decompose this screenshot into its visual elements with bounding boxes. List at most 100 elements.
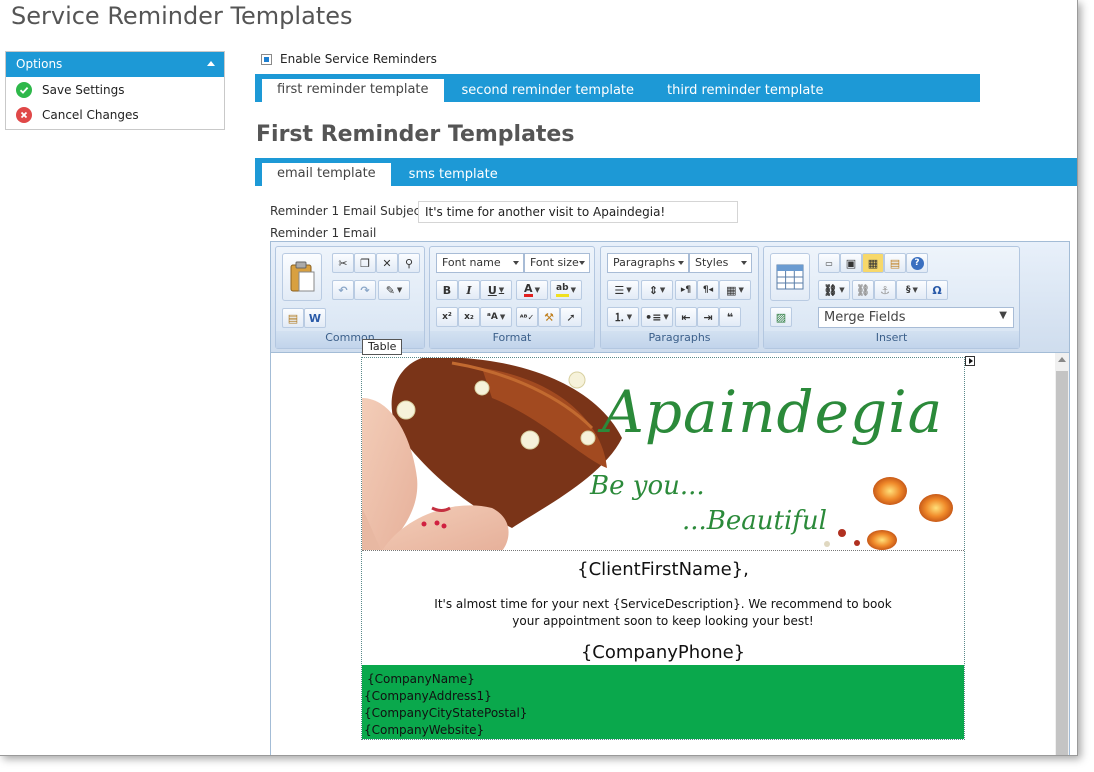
email-template-table[interactable]: Apaindegia Be you... ...Beautiful {Clien… — [361, 357, 965, 740]
save-settings-label: Save Settings — [42, 82, 125, 97]
styles-value: Styles — [695, 256, 729, 269]
font-name-select[interactable]: Font name — [436, 253, 524, 273]
redo-button[interactable]: ↷ — [354, 280, 376, 300]
styles-select[interactable]: Styles — [689, 253, 752, 273]
spellcheck-button[interactable]: ᴬᴮ✓ — [516, 307, 538, 327]
options-header-label: Options — [16, 57, 63, 71]
highlight-button[interactable]: ab ▼ — [550, 280, 582, 300]
options-header[interactable]: Options — [6, 52, 224, 77]
table-select-handle-icon[interactable] — [965, 356, 975, 366]
special-characters-button[interactable]: Ω — [926, 280, 948, 300]
enable-label: Enable Service Reminders — [280, 52, 437, 66]
italic-label: I — [466, 283, 472, 297]
merge-fields-arrow-icon: ▼ — [999, 310, 1007, 321]
numbered-list-button[interactable]: ⒈ ▼ — [607, 307, 639, 327]
superscript-button[interactable]: x² — [436, 307, 458, 327]
insert-image-button[interactable]: ▨ — [770, 307, 792, 327]
enable-checkbox[interactable] — [261, 53, 272, 65]
format-stripper-button[interactable]: ✎ ▼ — [378, 280, 410, 300]
indent-icon: ⇥ — [703, 310, 713, 324]
editor-content-area[interactable]: Apaindegia Be you... ...Beautiful {Clien… — [271, 353, 1055, 755]
paste-plain-button[interactable]: ▤ — [282, 308, 304, 328]
options-panel: Options Save Settings Cancel Changes — [5, 51, 225, 130]
find-button[interactable]: ⚲ — [398, 253, 420, 273]
undo-button[interactable]: ↶ — [332, 280, 354, 300]
ribbon-group-insert: ▭ ▣ ▦ ▤ ? ⛓ ▼ ⛓ ⚓ § ▼ Ω ▨ Merge Fields ▼ I… — [763, 246, 1020, 349]
cancel-changes-label: Cancel Changes — [42, 107, 139, 122]
font-color-icon: A — [524, 282, 533, 297]
email-banner-image: Apaindegia Be you... ...Beautiful — [362, 358, 964, 551]
outdent-icon: ⇤ — [681, 310, 691, 324]
scroll-thumb[interactable] — [1056, 371, 1068, 755]
merge-fields-select[interactable]: Merge Fields ▼ — [818, 307, 1014, 328]
select-button[interactable]: ➚ — [560, 307, 582, 327]
collapse-caret-icon[interactable] — [207, 61, 215, 66]
paragraphs-select[interactable]: Paragraphs — [607, 253, 689, 273]
tab-email-template[interactable]: email template — [262, 163, 391, 186]
rtl-icon: ¶◂ — [702, 285, 714, 295]
paste-button[interactable] — [282, 253, 322, 301]
banner-tagline-2: ...Beautiful — [682, 506, 827, 536]
editor-ribbon: ✂ ❐ ✕ ⚲ ↶ ↷ ✎ ▼ ▤ W Common Font name Font… — [271, 242, 1069, 353]
ltr-button[interactable]: ▸¶ — [675, 280, 697, 300]
insert-field-button[interactable]: ▣ — [840, 253, 862, 273]
tab-first-reminder[interactable]: first reminder template — [262, 79, 444, 102]
font-color-button[interactable]: A ▼ — [516, 280, 548, 300]
save-settings-button[interactable]: Save Settings — [6, 77, 224, 102]
binoculars-icon: ⚲ — [404, 256, 414, 270]
enable-service-reminders[interactable]: Enable Service Reminders — [261, 52, 437, 66]
paste-text-icon: ▤ — [287, 311, 299, 325]
format-painter-button[interactable]: ⚒ — [538, 307, 560, 327]
indent-button[interactable]: ⇥ — [697, 307, 719, 327]
bullet-list-button[interactable]: •≡ ▼ — [641, 307, 673, 327]
italic-button[interactable]: I — [458, 280, 480, 300]
cut-button[interactable]: ✂ — [332, 253, 354, 273]
cancel-icon — [16, 106, 32, 123]
paragraphs-arrow-icon — [678, 261, 684, 265]
tab-sms-template[interactable]: sms template — [394, 164, 513, 186]
template-tabbar: email template sms template — [255, 158, 1077, 186]
show-grid-button[interactable]: ▦ — [862, 253, 884, 273]
insert-symbol-list-button[interactable]: § ▼ — [896, 280, 928, 300]
unlink-button[interactable]: ⛓ — [852, 280, 874, 300]
insert-table-button[interactable] — [770, 253, 810, 301]
copy-button[interactable]: ❐ — [354, 253, 376, 273]
subscript-button[interactable]: x₂ — [458, 307, 480, 327]
ribbon-group-paragraphs: Paragraphs Styles ☰ ▼ ⇕ ▼ ▸¶ ¶◂ ▦ ▼ ⒈ ▼ •≡ ▼ … — [600, 246, 759, 349]
undo-icon: ↶ — [338, 283, 348, 297]
anchor-button[interactable]: ⚓ — [874, 280, 896, 300]
outdent-button[interactable]: ⇤ — [675, 307, 697, 327]
help-button[interactable]: ? — [906, 253, 928, 273]
ribbon-group-format: Font name Font size B I U ▼ A ▼ ab ▼ x² x₂ … — [429, 246, 595, 349]
convert-case-button[interactable]: ᵃA ▼ — [480, 307, 512, 327]
font-name-arrow-icon — [513, 261, 519, 265]
footer-company-address: {CompanyAddress1} — [364, 689, 492, 703]
tab-second-reminder[interactable]: second reminder template — [447, 80, 649, 102]
subject-label: Reminder 1 Email Subject — [270, 204, 425, 218]
line-spacing-button[interactable]: ⇕ ▼ — [641, 280, 673, 300]
hyperlink-button[interactable]: ⛓ ▼ — [818, 280, 850, 300]
paragraph-format-button[interactable]: ▦ ▼ — [719, 280, 751, 300]
align-button[interactable]: ☰ ▼ — [607, 280, 639, 300]
cancel-changes-button[interactable]: Cancel Changes — [6, 102, 224, 127]
rtl-button[interactable]: ¶◂ — [697, 280, 719, 300]
underline-button[interactable]: U ▼ — [480, 280, 512, 300]
paste-word-button[interactable]: W — [304, 308, 326, 328]
ribbon-group-common: ✂ ❐ ✕ ⚲ ↶ ↷ ✎ ▼ ▤ W Common — [275, 246, 425, 349]
email-body-text[interactable]: It's almost time for your next {ServiceD… — [423, 596, 903, 630]
blockquote-button[interactable]: ❝ — [719, 307, 741, 327]
delete-button[interactable]: ✕ — [376, 253, 398, 273]
bold-button[interactable]: B — [436, 280, 458, 300]
editor-scrollbar[interactable] — [1055, 353, 1069, 755]
insert-date-button[interactable]: ▭ — [818, 253, 840, 273]
insert-image-manager-button[interactable]: ▤ — [884, 253, 906, 273]
font-size-select[interactable]: Font size — [524, 253, 590, 273]
highlight-icon: ab — [556, 283, 569, 297]
email-footer[interactable]: {CompanyName} {CompanyAddress1} {Company… — [362, 665, 964, 739]
email-company-phone[interactable]: {CompanyPhone} — [362, 642, 964, 663]
ribbon-group-format-label: Format — [430, 331, 594, 348]
email-greeting[interactable]: {ClientFirstName}, — [362, 559, 964, 580]
scroll-up-arrow-icon[interactable] — [1058, 357, 1066, 362]
tab-third-reminder[interactable]: third reminder template — [652, 80, 838, 102]
subject-input[interactable] — [418, 201, 738, 223]
